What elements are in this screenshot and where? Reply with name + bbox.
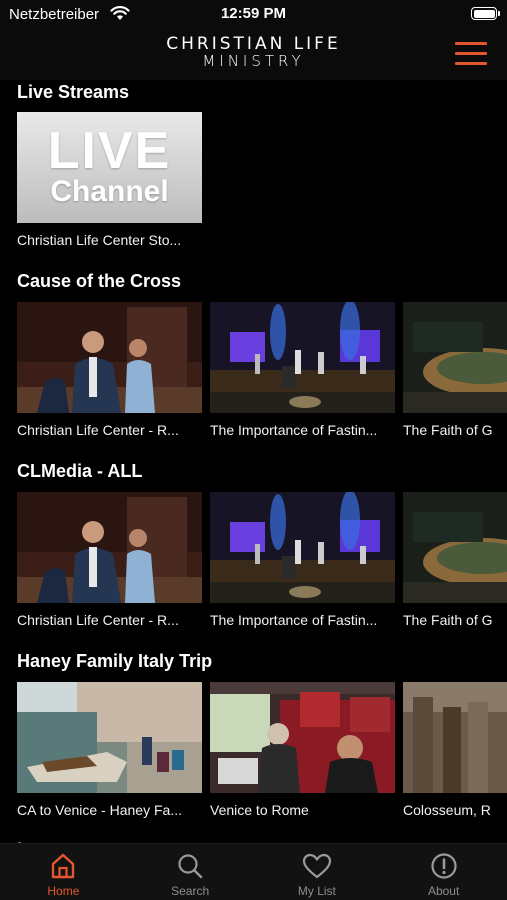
video-card[interactable]: The Importance of Fastin...	[210, 302, 395, 439]
hamburger-menu-icon[interactable]	[455, 42, 487, 66]
tab-home[interactable]: Home	[0, 844, 127, 900]
section-title: Cause of the Cross	[17, 271, 182, 291]
tab-label: Home	[47, 884, 80, 898]
logo: CHRISTIAN LIFE MINISTRY	[0, 36, 507, 70]
video-title: The Importance of Fastin...	[210, 612, 378, 628]
section-haney-family-italy-trip: Haney Family Italy Trip CA to Venice - H…	[0, 650, 507, 819]
section-title: CLMedia - ALL	[17, 461, 143, 481]
tab-label: Search	[171, 884, 210, 898]
video-title: Venice to Rome	[210, 802, 309, 818]
video-thumbnail	[403, 492, 507, 603]
thumb-channel-text: Channel	[50, 174, 169, 208]
video-card[interactable]: The Faith of G	[403, 302, 507, 439]
tab-label: About	[427, 884, 460, 898]
video-thumbnail	[17, 492, 202, 603]
tab-bar: Home Search My List About	[0, 843, 507, 900]
video-title: Christian Life Center - R...	[17, 612, 179, 628]
live-channel-thumbnail: LIVE Channel	[17, 112, 202, 223]
clock: 12:59 PM	[220, 5, 287, 22]
video-card[interactable]: Christian Life Center - R...	[17, 492, 202, 629]
info-icon	[431, 853, 457, 879]
video-thumbnail	[210, 302, 395, 413]
video-card[interactable]: Venice to Rome	[210, 682, 395, 819]
nav-bar: CHRISTIAN LIFE MINISTRY	[0, 28, 507, 80]
video-thumbnail	[210, 682, 395, 793]
battery-icon	[471, 7, 500, 20]
heart-icon	[302, 853, 331, 879]
video-title: The Faith of G	[403, 422, 493, 438]
tab-search[interactable]: Search	[127, 844, 254, 900]
video-card[interactable]: The Faith of G	[403, 492, 507, 629]
video-card[interactable]: Colosseum, R	[403, 682, 507, 819]
home-feed[interactable]: Live Streams LIVE Channel Christian Life…	[0, 80, 507, 843]
logo-line-1: CHRISTIAN LIFE	[166, 34, 341, 54]
status-bar: Netzbetreiber 12:59 PM	[0, 0, 507, 28]
thumb-live-text: LIVE	[47, 121, 172, 180]
video-title: The Faith of G	[403, 612, 493, 628]
section-clmedia-all: CLMedia - ALL Christian Life Center - R.…	[0, 460, 507, 629]
video-thumbnail	[403, 302, 507, 413]
video-thumbnail	[17, 682, 202, 793]
video-card[interactable]: LIVE Channel Christian Life Center Sto..…	[17, 112, 202, 249]
video-thumbnail	[17, 302, 202, 413]
tab-label: My List	[297, 884, 336, 898]
section-title: Haney Family Italy Trip	[17, 651, 213, 671]
tab-my-list[interactable]: My List	[254, 844, 381, 900]
section-title: Live Streams	[17, 82, 130, 102]
video-card[interactable]: Christian Life Center - R...	[17, 302, 202, 439]
video-title: The Importance of Fastin...	[210, 422, 378, 438]
section-cause-of-the-cross: Cause of the Cross Christian Life Center…	[0, 270, 507, 439]
video-title: Colosseum, R	[403, 802, 491, 818]
home-icon	[52, 853, 75, 879]
tab-about[interactable]: About	[380, 844, 507, 900]
video-card[interactable]: CA to Venice - Haney Fa...	[17, 682, 202, 819]
search-icon	[178, 854, 203, 879]
video-title: Christian Life Center - R...	[17, 422, 179, 438]
video-title: Christian Life Center Sto...	[17, 232, 182, 248]
logo-line-2: MINISTRY	[202, 52, 305, 70]
video-thumbnail	[403, 682, 507, 793]
video-card[interactable]: The Importance of Fastin...	[210, 492, 395, 629]
section-live-streams: Live Streams LIVE Channel Christian Life…	[0, 81, 507, 249]
video-title: CA to Venice - Haney Fa...	[17, 802, 182, 818]
video-thumbnail	[210, 492, 395, 603]
